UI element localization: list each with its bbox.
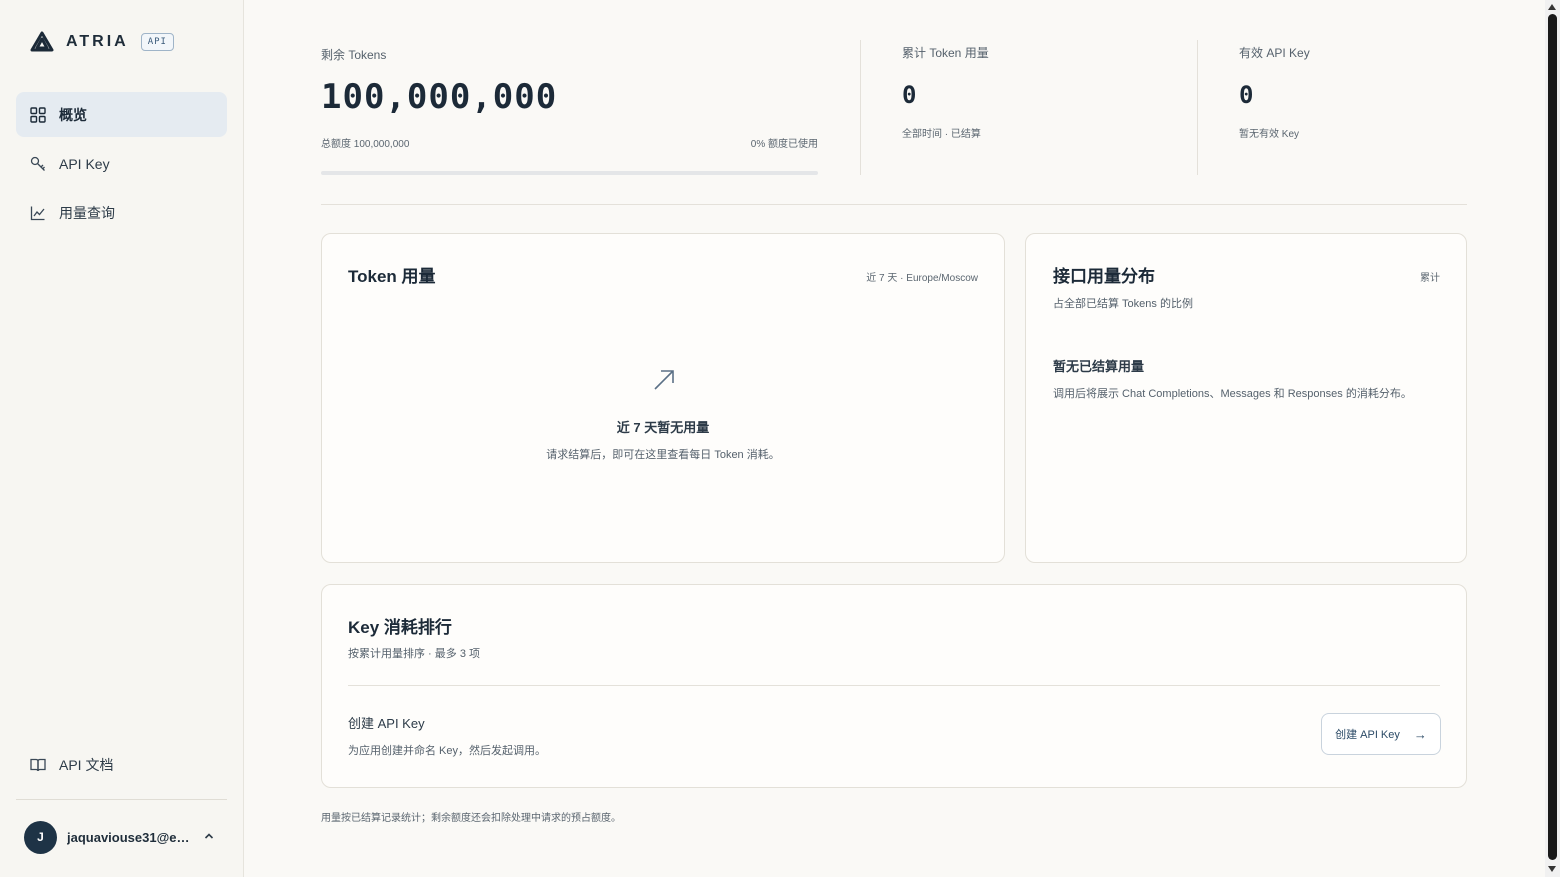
sidebar-item-overview[interactable]: 概览 — [16, 92, 227, 137]
chevron-up-icon[interactable] — [204, 832, 214, 843]
endpoint-distribution-card: 接口用量分布 累计 占全部已结算 Tokens 的比例 暂无已结算用量 调用后将… — [1025, 233, 1467, 563]
stat-divider — [1197, 40, 1198, 175]
footnote: 用量按已结算记录统计；剩余额度还会扣除处理中请求的预占额度。 — [321, 813, 621, 824]
section-divider — [321, 204, 1467, 205]
empty-state-desc: 请求结算后，即可在这里查看每日 Token 消耗。 — [546, 449, 780, 461]
api-badge: API — [140, 33, 174, 51]
sidebar-nav: 概览 API Key 用量查询 — [16, 92, 227, 239]
chart-line-icon — [30, 205, 46, 221]
brand-name: ATRIA — [66, 33, 129, 50]
card-meta: 累计 — [1420, 273, 1440, 284]
empty-state-title: 暂无已结算用量 — [1053, 359, 1145, 374]
stat-remaining-tokens: 剩余 Tokens 100,000,000 总额度 100,000,000 0%… — [321, 40, 818, 150]
token-usage-card: Token 用量 近 7 天 · Europe/Moscow 近 7 天暂无用量… — [321, 233, 1005, 563]
sidebar-item-label: 用量查询 — [59, 204, 115, 221]
scroll-up-icon[interactable] — [1548, 4, 1556, 10]
cumulative-tokens-value: 0 — [902, 81, 917, 109]
card-title: Token 用量 — [348, 267, 436, 286]
scrollbar[interactable] — [1545, 0, 1560, 877]
sidebar-item-label: API 文档 — [59, 756, 114, 773]
atria-logo-icon — [30, 31, 54, 52]
sidebar-item-label: API Key — [59, 155, 110, 172]
quota-progress-bar — [321, 171, 818, 175]
empty-state-title: 近 7 天暂无用量 — [616, 420, 710, 435]
used-percent: 0% 额度已使用 — [750, 139, 818, 150]
user-email: jaquaviouse31@eld... — [67, 829, 192, 845]
active-keys-value: 0 — [1239, 81, 1254, 109]
sidebar-item-usage[interactable]: 用量查询 — [16, 190, 227, 235]
arrow-up-right-icon — [654, 370, 674, 390]
key-icon — [30, 156, 46, 172]
remaining-tokens-value: 100,000,000 — [321, 77, 558, 117]
scroll-down-icon[interactable] — [1548, 866, 1556, 872]
user-menu[interactable]: J jaquaviouse31@eld... — [24, 820, 224, 854]
brand[interactable]: ATRIA API — [30, 30, 174, 54]
empty-state-desc: 调用后将展示 Chat Completions、Messages 和 Respo… — [1053, 388, 1412, 400]
book-icon — [30, 757, 46, 773]
grid-icon — [30, 106, 46, 123]
stat-label: 剩余 Tokens — [321, 48, 387, 62]
total-quota: 总额度 100,000,000 — [321, 139, 410, 150]
stat-label: 有效 API Key — [1239, 46, 1310, 60]
key-ranking-card: Key 消耗排行 按累计用量排序 · 最多 3 项 创建 API Key 为应用… — [321, 584, 1467, 788]
card-subtitle: 占全部已结算 Tokens 的比例 — [1053, 298, 1193, 310]
arrow-right-icon: → — [1413, 726, 1427, 742]
stat-divider — [860, 40, 861, 175]
sidebar-divider — [16, 799, 227, 800]
card-title: 接口用量分布 — [1053, 267, 1155, 286]
card-divider — [348, 685, 1440, 686]
sidebar-bottom: API 文档 — [16, 742, 227, 791]
card-subtitle: 按累计用量排序 · 最多 3 项 — [348, 648, 481, 660]
create-api-key-button[interactable]: 创建 API Key → — [1321, 713, 1441, 755]
sidebar: ATRIA API 概览 API Key 用量查询 API 文档 J jaqua… — [0, 0, 244, 877]
stat-sub: 暂无有效 Key — [1239, 129, 1300, 140]
stat-sub: 全部时间 · 已结算 — [902, 129, 981, 140]
card-title: Key 消耗排行 — [348, 618, 452, 637]
stat-cumulative-tokens: 累计 Token 用量 0 全部时间 · 已结算 — [902, 40, 1182, 140]
cta-title: 创建 API Key — [348, 716, 425, 731]
card-meta: 近 7 天 · Europe/Moscow — [866, 273, 978, 284]
stat-label: 累计 Token 用量 — [902, 46, 989, 60]
cta-desc: 为应用创建并命名 Key，然后发起调用。 — [348, 745, 547, 757]
sidebar-item-api-key[interactable]: API Key — [16, 141, 227, 186]
sidebar-item-label: 概览 — [59, 106, 87, 123]
stat-active-keys: 有效 API Key 0 暂无有效 Key — [1239, 40, 1467, 140]
button-label: 创建 API Key — [1335, 729, 1400, 741]
scrollbar-thumb[interactable] — [1548, 14, 1557, 860]
avatar: J — [24, 820, 57, 854]
sidebar-item-docs[interactable]: API 文档 — [16, 742, 227, 787]
